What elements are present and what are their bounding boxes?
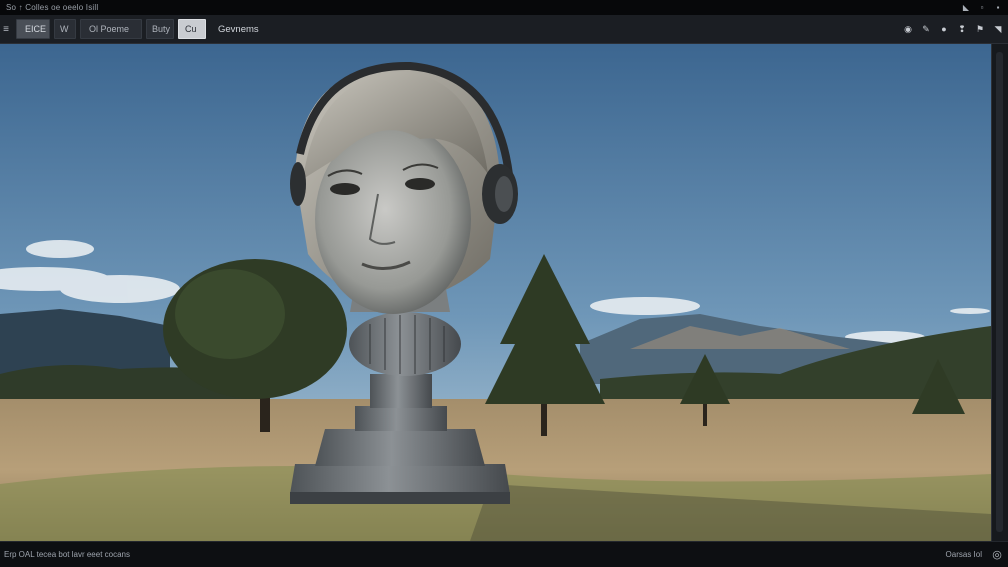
dropdown-icon[interactable]: ◥ <box>992 23 1004 35</box>
toolbar-button-2[interactable]: W <box>54 19 76 39</box>
toolbar-button-3[interactable]: Ol Poeme <box>80 19 142 39</box>
title-bar: So ↑ Colles oe oeelo Isill ◣ ▫ ▪ <box>0 0 1008 15</box>
image-viewport[interactable] <box>0 44 991 541</box>
close-icon[interactable]: ▪ <box>994 3 1002 12</box>
status-bar: Erp OAL tecea bot lavr eeet cocans Oarsa… <box>0 541 1008 567</box>
minimize-icon[interactable]: ◣ <box>962 3 970 12</box>
scene-image <box>0 44 991 541</box>
status-text: Erp OAL tecea bot lavr eeet cocans <box>4 550 130 559</box>
sync-icon[interactable]: ◎ <box>990 548 1004 562</box>
scrollbar-thumb[interactable] <box>996 52 1003 532</box>
vertical-scrollbar[interactable] <box>991 44 1008 541</box>
toolbar-button-5[interactable]: Cu <box>178 19 206 39</box>
status-info: Oarsas Iol <box>945 550 982 559</box>
pen-icon[interactable]: ✎ <box>920 23 932 35</box>
toolbar-icons: ◉ ✎ ● ❢ ⚑ ◥ <box>902 23 1008 35</box>
toolbar-label: Gevnems <box>218 23 259 35</box>
window-controls: ◣ ▫ ▪ <box>962 3 1002 12</box>
toolbar-button-4[interactable]: Buty <box>146 19 174 39</box>
window-title: So ↑ Colles oe oeelo Isill <box>6 3 99 12</box>
restore-icon[interactable]: ▫ <box>978 3 986 12</box>
dot-icon[interactable]: ● <box>938 23 950 35</box>
menu-icon[interactable]: ≡ <box>0 15 12 44</box>
target-icon[interactable]: ◉ <box>902 23 914 35</box>
flag-icon[interactable]: ⚑ <box>974 23 986 35</box>
toolbar-button-1[interactable]: EICE <box>16 19 50 39</box>
toolbar: ≡ EICE W Ol Poeme Buty Cu Gevnems ◉ ✎ ● … <box>0 15 1008 44</box>
marker-icon[interactable]: ❢ <box>956 23 968 35</box>
